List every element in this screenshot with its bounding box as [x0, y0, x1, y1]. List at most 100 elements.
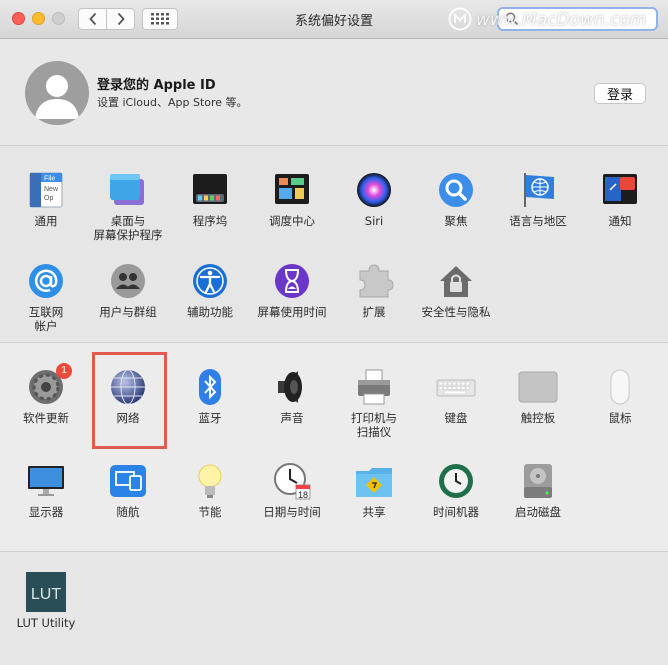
pref-notifications[interactable]: 通知 [579, 170, 661, 228]
keyboard-icon [436, 379, 476, 397]
pref-label: 键盘 [444, 411, 468, 425]
pref-label: 节能 [198, 505, 222, 519]
pref-label: 语言与地区 [509, 214, 567, 228]
show-all-button[interactable] [142, 8, 178, 30]
pref-security-privacy[interactable]: 安全性与隐私 [415, 261, 497, 319]
pref-label: 程序坞 [192, 214, 228, 228]
pref-general[interactable]: File New Op 通用 [5, 170, 87, 228]
house-lock-icon [440, 266, 472, 297]
pref-lut-utility[interactable]: LUT LUT Utility [5, 572, 87, 630]
pref-screen-time[interactable]: 屏幕使用时间 [251, 261, 333, 319]
notifications-icon [603, 174, 637, 204]
puzzle-icon [359, 264, 394, 298]
pref-label: 用户与群组 [99, 305, 157, 319]
back-button[interactable] [78, 8, 107, 30]
apple-id-banner: 登录您的 Apple ID 设置 iCloud、App Store 等。 登录 [0, 39, 668, 146]
grid-icon [151, 13, 169, 25]
clock-calendar-icon: 18 [274, 463, 311, 500]
title-bar: 系统偏好设置 www.MacDown.com [0, 0, 668, 39]
dock-icon [193, 174, 227, 204]
pref-label: 日期与时间 [263, 505, 321, 519]
lut-icon-text: LUT [31, 586, 61, 603]
avatar[interactable] [25, 61, 89, 125]
display-icon [28, 466, 64, 496]
pref-siri[interactable]: Siri [333, 170, 415, 228]
pref-sidecar[interactable]: 随航 [87, 461, 169, 519]
close-button[interactable] [12, 12, 25, 25]
pref-label: 触控板 [520, 411, 556, 425]
pref-startup-disk[interactable]: 启动磁盘 [497, 461, 579, 519]
pref-users-groups[interactable]: 用户与群组 [87, 261, 169, 319]
pref-sharing[interactable]: 共享 [333, 461, 415, 519]
pref-label: 调度中心 [269, 214, 315, 228]
pref-label: 声音 [280, 411, 304, 425]
bluetooth-icon [199, 369, 221, 405]
printer-icon [358, 369, 390, 405]
pref-label: Siri [364, 214, 384, 228]
pref-label: 显示器 [28, 505, 64, 519]
pref-label: 辅助功能 [187, 305, 233, 319]
pref-label: 扩展 [362, 305, 386, 319]
macdown-logo-icon [448, 7, 472, 31]
spotlight-icon [439, 173, 473, 207]
pref-trackpad[interactable]: 触控板 [497, 367, 579, 425]
pref-desktop-screensaver[interactable]: 桌面与 屏幕保护程序 [87, 170, 169, 242]
trackpad-icon [518, 371, 558, 403]
pref-energy-saver[interactable]: 节能 [169, 461, 251, 519]
pref-spotlight[interactable]: 聚焦 [415, 170, 497, 228]
language-region-icon [524, 173, 554, 207]
pref-mission-control[interactable]: 调度中心 [251, 170, 333, 228]
pref-label: 打印机与 扫描仪 [351, 411, 397, 439]
pref-label: 聚焦 [444, 214, 468, 228]
pref-label: LUT Utility [16, 616, 76, 630]
accessibility-icon [193, 264, 227, 298]
general-icon: File New Op [29, 172, 63, 208]
desktop-screensaver-icon [110, 174, 144, 205]
personal-preferences-section: File New Op 通用 桌面与 屏幕保护程序 程序坞 调度中心 Siri … [0, 146, 668, 343]
speaker-icon [278, 371, 302, 403]
pref-internet-accounts[interactable]: 互联网 帐户 [5, 261, 87, 333]
svg-text:New: New [44, 186, 59, 193]
pref-label: 鼠标 [608, 411, 632, 425]
lightbulb-icon [198, 464, 222, 498]
siri-icon [357, 173, 391, 207]
chevron-right-icon [117, 12, 125, 26]
system-preferences-window: 系统偏好设置 www.MacDown.com 登录您的 Apple ID 设置 … [0, 0, 668, 665]
pref-language-region[interactable]: 语言与地区 [497, 170, 579, 228]
sidecar-icon [110, 465, 146, 497]
pref-displays[interactable]: 显示器 [5, 461, 87, 519]
pref-software-update[interactable]: 1 软件更新 [5, 363, 87, 425]
pref-dock[interactable]: 程序坞 [169, 170, 251, 228]
pref-label: 软件更新 [23, 411, 69, 425]
pref-keyboard[interactable]: 键盘 [415, 367, 497, 425]
pref-mouse[interactable]: 鼠标 [579, 367, 661, 425]
pref-date-time[interactable]: 18 日期与时间 [251, 461, 333, 519]
chevron-left-icon [88, 12, 96, 26]
network-highlight-box [92, 352, 167, 449]
pref-bluetooth[interactable]: 蓝牙 [169, 367, 251, 425]
pref-extensions[interactable]: 扩展 [333, 261, 415, 319]
time-machine-icon [439, 464, 473, 498]
mouse-icon [610, 369, 630, 405]
svg-text:Op: Op [44, 195, 53, 202]
search-field[interactable] [497, 7, 658, 31]
pref-time-machine[interactable]: 时间机器 [415, 461, 497, 519]
pref-label: 通用 [34, 214, 58, 228]
forward-button[interactable] [106, 8, 135, 30]
sharing-folder-icon [356, 468, 392, 497]
search-input[interactable] [523, 10, 653, 28]
login-button[interactable]: 登录 [594, 83, 646, 104]
other-preferences-section: LUT LUT Utility [0, 552, 668, 665]
pref-accessibility[interactable]: 辅助功能 [169, 261, 251, 319]
user-silhouette-icon [35, 75, 79, 119]
zoom-button[interactable] [52, 12, 65, 25]
pref-label: 互联网 帐户 [28, 305, 64, 333]
calendar-day: 18 [298, 490, 308, 500]
pref-label: 安全性与隐私 [421, 305, 491, 319]
pref-label: 蓝牙 [198, 411, 222, 425]
pref-label: 共享 [362, 505, 386, 519]
minimize-button[interactable] [32, 12, 45, 25]
mission-control-icon [275, 174, 309, 204]
pref-sound[interactable]: 声音 [251, 367, 333, 425]
pref-printers-scanners[interactable]: 打印机与 扫描仪 [333, 367, 415, 439]
